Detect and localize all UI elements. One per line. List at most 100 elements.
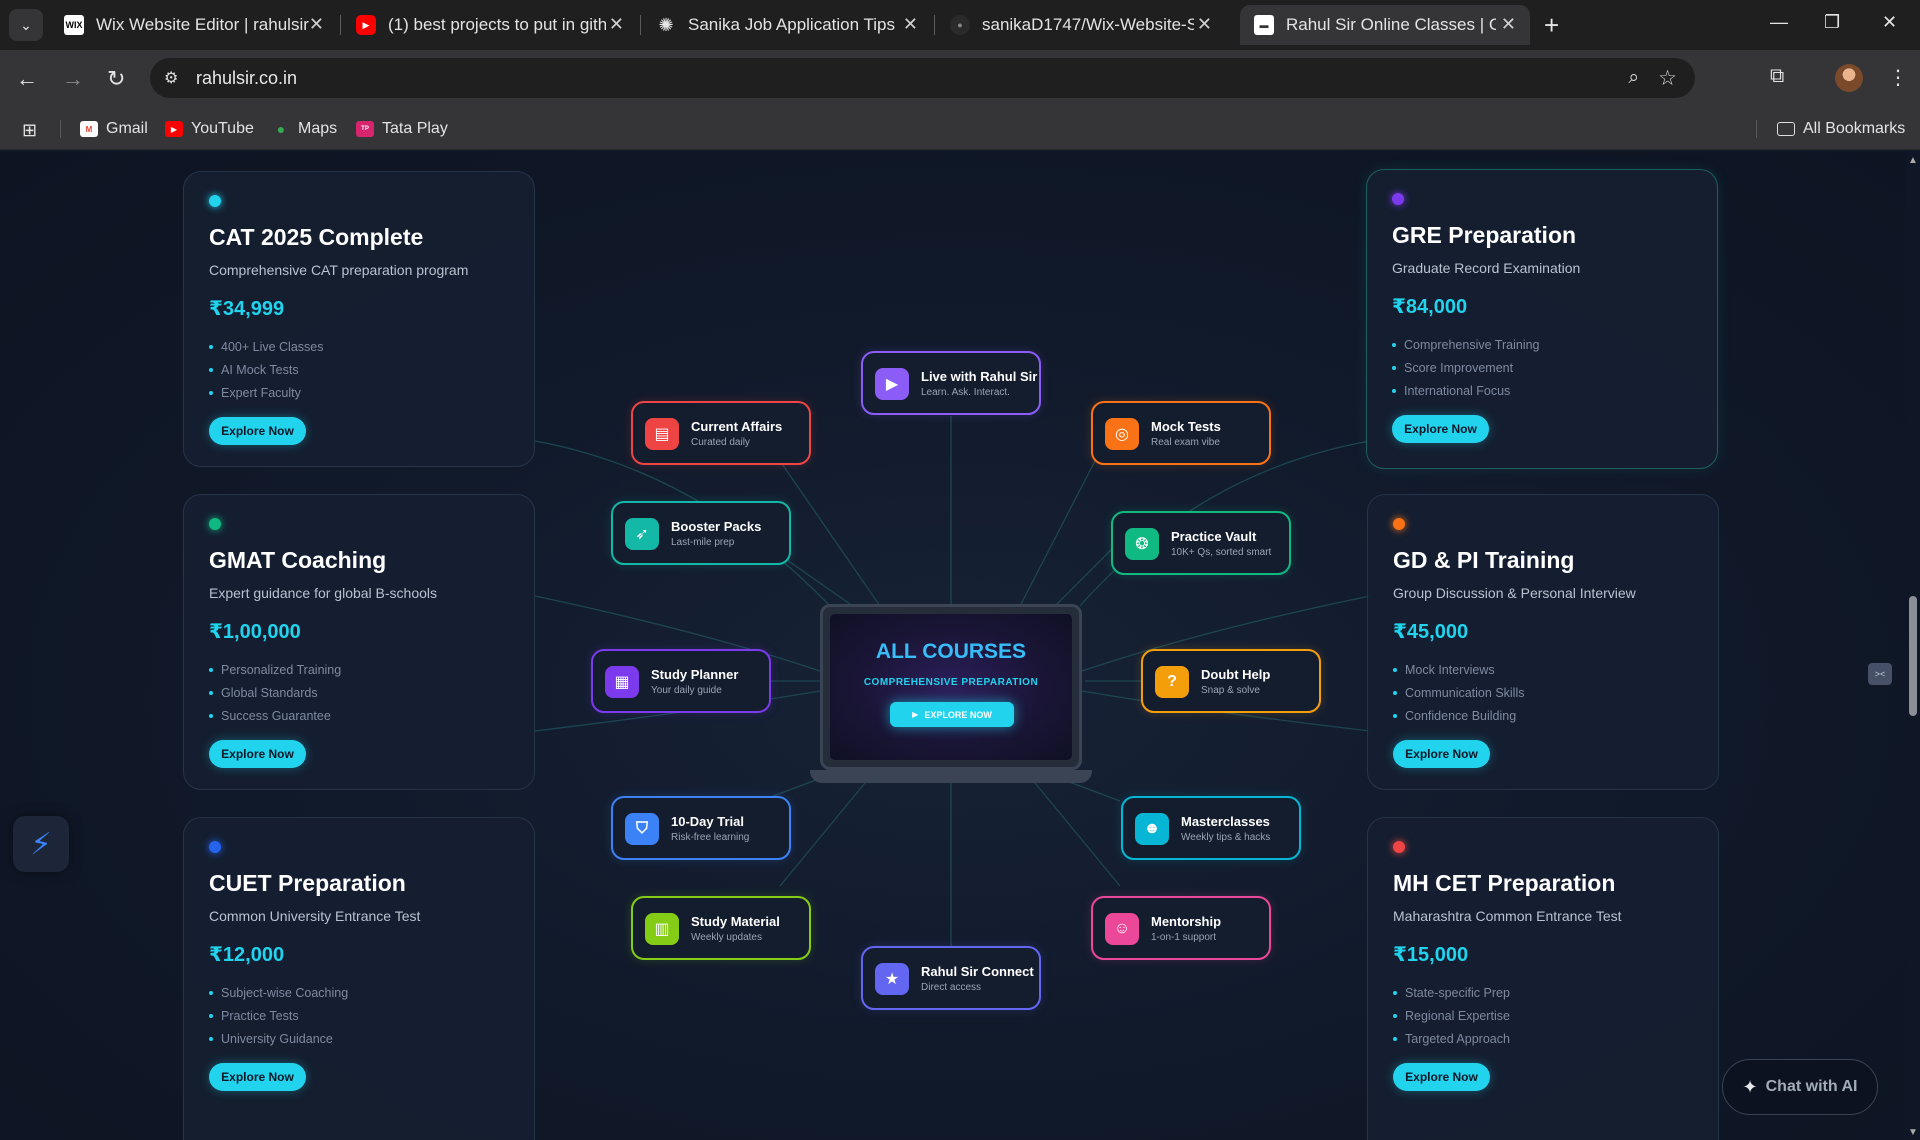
tab-wix-editor[interactable]: WIX Wix Website Editor | rahulsir ✕ <box>50 5 338 45</box>
feature-list: Comprehensive Training Score Improvement… <box>1392 333 1540 402</box>
bookmark-label: Gmail <box>106 120 148 137</box>
course-card-cuet: CUET Preparation Common University Entra… <box>183 817 535 1140</box>
all-bookmarks[interactable]: All Bookmarks <box>1777 120 1905 138</box>
course-title: GRE Preparation <box>1392 222 1577 248</box>
close-icon[interactable]: ✕ <box>309 14 324 35</box>
extensions-icon[interactable]: ⧉ <box>1770 65 1784 88</box>
feature-list: 400+ Live Classes AI Mock Tests Expert F… <box>209 335 324 404</box>
feature-item: Targeted Approach <box>1393 1027 1510 1050</box>
star-icon: ★ <box>875 963 909 995</box>
rocket-icon: ➶ <box>625 518 659 550</box>
wix-quick-action-button[interactable]: ⚡ <box>13 816 69 872</box>
node-10-day-trial[interactable]: ⛉ 10-Day Trial Risk-free learning <box>611 796 791 860</box>
node-current-affairs[interactable]: ▤ Current Affairs Curated daily <box>631 401 811 465</box>
maps-icon: ● <box>276 121 286 137</box>
site-info-icon[interactable]: ⚙ <box>164 68 178 88</box>
page-scrollbar[interactable]: ▲ ▼ <box>1906 151 1920 1140</box>
laptop-base <box>810 770 1092 783</box>
tab-strip: ⌄ WIX Wix Website Editor | rahulsir ✕ ▶ … <box>0 0 1920 50</box>
explore-now-button[interactable]: Explore Now <box>209 1063 306 1091</box>
node-live-with-rahul-sir[interactable]: ▶ Live with Rahul Sir Learn. Ask. Intera… <box>861 351 1041 415</box>
url-text[interactable]: rahulsir.co.in <box>196 68 297 89</box>
tab-search-button[interactable]: ⌄ <box>9 9 43 41</box>
node-subtitle: Weekly tips & hacks <box>1181 832 1271 843</box>
node-mock-tests[interactable]: ◎ Mock Tests Real exam vibe <box>1091 401 1271 465</box>
close-icon[interactable]: ✕ <box>1501 14 1516 35</box>
video-icon: ▶ <box>875 368 909 400</box>
tab-github[interactable]: ● sanikaD1747/Wix-Website-Showcase ✕ <box>936 5 1226 45</box>
explore-now-button[interactable]: Explore Now <box>1393 1063 1490 1091</box>
profile-avatar[interactable] <box>1835 64 1863 92</box>
explore-now-button[interactable]: Explore Now <box>209 740 306 768</box>
course-title: CAT 2025 Complete <box>209 224 424 250</box>
feature-item: State-specific Prep <box>1393 981 1510 1004</box>
course-price: ₹1,00,000 <box>209 621 301 643</box>
feature-list: Personalized Training Global Standards S… <box>209 658 341 727</box>
tab-rahulsir[interactable]: ▬ Rahul Sir Online Classes | CAT exam ✕ <box>1240 5 1530 45</box>
close-icon[interactable]: ✕ <box>609 14 624 35</box>
node-title: Live with Rahul Sir <box>921 369 1038 384</box>
course-title: CUET Preparation <box>209 870 406 896</box>
scroll-down-icon[interactable]: ▼ <box>1908 1127 1918 1138</box>
node-mentorship[interactable]: ☺ Mentorship 1-on-1 support <box>1091 896 1271 960</box>
explore-now-button[interactable]: Explore Now <box>1392 415 1489 443</box>
node-subtitle: Direct access <box>921 982 982 993</box>
tab-youtube[interactable]: ▶ (1) best projects to put in github ✕ <box>342 5 638 45</box>
node-subtitle: Curated daily <box>691 437 750 448</box>
course-card-mhcet: MH CET Preparation Maharashtra Common En… <box>1367 817 1719 1140</box>
feature-item: Personalized Training <box>209 658 341 681</box>
lightning-icon: ⚡ <box>30 827 52 861</box>
close-icon[interactable]: ✕ <box>903 14 918 35</box>
node-title: Masterclasses <box>1181 814 1270 829</box>
feature-item: Global Standards <box>209 681 341 704</box>
node-title: Rahul Sir Connect <box>921 964 1034 979</box>
address-bar[interactable]: ⚙ rahulsir.co.in ⌕ ☆ <box>150 58 1695 98</box>
hub-explore-button[interactable]: ▶ EXPLORE NOW <box>890 702 1014 727</box>
close-icon[interactable]: ✕ <box>1197 14 1212 35</box>
back-icon[interactable]: ← <box>16 66 38 92</box>
chat-with-ai-button[interactable]: ✦ Chat with AI <box>1722 1059 1878 1115</box>
side-panel-handle[interactable]: >< <box>1868 663 1892 685</box>
node-title: Study Material <box>691 914 780 929</box>
zoom-icon[interactable]: ⌕ <box>1628 67 1639 89</box>
bookmark-maps[interactable]: ● Maps <box>272 120 337 138</box>
course-title: MH CET Preparation <box>1393 870 1616 896</box>
new-tab-button[interactable]: + <box>1544 10 1559 41</box>
bookmark-tataplay[interactable]: TP Tata Play <box>356 120 448 138</box>
course-price: ₹84,000 <box>1392 296 1468 318</box>
explore-now-button[interactable]: Explore Now <box>1393 740 1490 768</box>
node-title: Current Affairs <box>691 419 783 434</box>
node-study-material[interactable]: ▥ Study Material Weekly updates <box>631 896 811 960</box>
node-study-planner[interactable]: ▦ Study Planner Your daily guide <box>591 649 771 713</box>
scroll-up-icon[interactable]: ▲ <box>1908 155 1918 166</box>
node-booster-packs[interactable]: ➶ Booster Packs Last-mile prep <box>611 501 791 565</box>
node-subtitle: 10K+ Qs, sorted smart <box>1171 547 1272 558</box>
feature-item: Practice Tests <box>209 1004 348 1027</box>
course-title: GD & PI Training <box>1393 547 1575 573</box>
reload-icon[interactable]: ↻ <box>107 66 125 92</box>
menu-icon[interactable]: ⋮ <box>1888 65 1908 90</box>
node-doubt-help[interactable]: ? Doubt Help Snap & solve <box>1141 649 1321 713</box>
bookmark-youtube[interactable]: ▶ YouTube <box>165 120 254 138</box>
status-dot <box>209 518 221 530</box>
node-masterclasses[interactable]: ☻ Masterclasses Weekly tips & hacks <box>1121 796 1301 860</box>
forward-icon[interactable]: → <box>62 66 84 92</box>
apps-grid-icon[interactable]: ⊞ <box>22 120 37 141</box>
feature-item: Expert Faculty <box>209 381 324 404</box>
feature-list: Mock Interviews Communication Skills Con… <box>1393 658 1524 727</box>
status-dot <box>209 841 221 853</box>
node-rahul-sir-connect[interactable]: ★ Rahul Sir Connect Direct access <box>861 946 1041 1010</box>
node-practice-vault[interactable]: ❂ Practice Vault 10K+ Qs, sorted smart <box>1111 511 1291 575</box>
tab-title: Rahul Sir Online Classes | CAT exam <box>1286 15 1496 34</box>
explore-now-button[interactable]: Explore Now <box>209 417 306 445</box>
scrollbar-thumb[interactable] <box>1909 596 1917 716</box>
window-close-icon[interactable]: ✕ <box>1882 12 1897 33</box>
restore-icon[interactable]: ❐ <box>1824 12 1840 33</box>
minimize-icon[interactable]: — <box>1770 12 1788 33</box>
tab-chatgpt[interactable]: ✺ Sanika Job Application Tips ✕ <box>642 5 932 45</box>
course-price: ₹15,000 <box>1393 944 1469 966</box>
course-card-gdpi: GD & PI Training Group Discussion & Pers… <box>1367 494 1719 790</box>
course-price: ₹34,999 <box>209 298 285 320</box>
bookmark-gmail[interactable]: M Gmail <box>80 120 148 138</box>
bookmark-star-icon[interactable]: ☆ <box>1658 66 1677 91</box>
